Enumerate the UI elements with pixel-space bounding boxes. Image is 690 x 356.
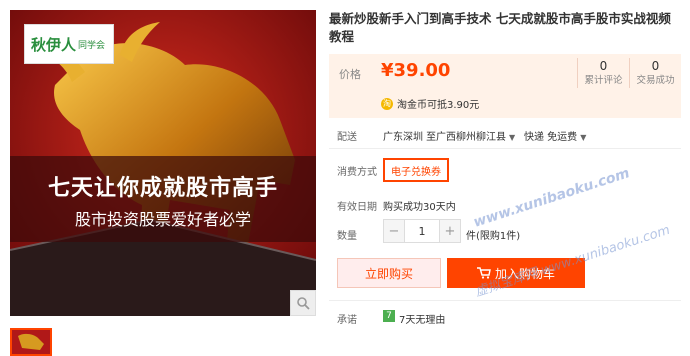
quantity-decrease-button[interactable]: − xyxy=(384,220,404,242)
thumbnail-bull xyxy=(12,330,50,354)
coin-discount: 淘 淘金币可抵3.90元 xyxy=(381,96,479,111)
chevron-down-icon: ▼ xyxy=(509,133,516,142)
brand-sub: 同学会 xyxy=(78,40,106,51)
stat-number: 0 xyxy=(599,59,608,73)
brand-name: 秋伊人 xyxy=(31,35,77,54)
stat-transactions[interactable]: 0 交易成功 xyxy=(629,58,681,88)
payment-option-evoucher[interactable]: 电子兑换券 xyxy=(383,158,449,182)
promise-value[interactable]: 7天无理由 xyxy=(399,311,445,326)
chevron-down-icon: ▼ xyxy=(580,133,587,142)
banner-subtitle: 股市投资股票爱好者必学 xyxy=(74,210,251,229)
sales-stats: 0 累计评论 0 交易成功 xyxy=(577,58,681,88)
image-banner: 七天让你成就股市高手 股市投资股票爱好者必学 xyxy=(10,156,316,242)
banner-title: 七天让你成就股市高手 xyxy=(47,176,278,201)
divider xyxy=(329,300,681,301)
quantity-increase-button[interactable]: + xyxy=(440,220,460,242)
stat-label: 交易成功 xyxy=(636,75,675,86)
stat-reviews[interactable]: 0 累计评论 xyxy=(577,58,629,88)
product-main-image[interactable]: 秋伊人 同学会 七天让你成就股市高手 股市投资股票爱好者必学 xyxy=(10,10,316,316)
shipping-label: 配送 xyxy=(337,132,357,143)
watermark: www.xunibaoku.com xyxy=(471,165,632,231)
price-value: ¥39.00 xyxy=(381,60,451,81)
payment-label: 消费方式 xyxy=(337,167,377,178)
validity-value: 购买成功30天内 xyxy=(383,202,456,213)
divider xyxy=(329,148,681,149)
product-title: 最新炒股新手入门到高手技术 七天成就股市高手股市实战视频教程 xyxy=(329,11,671,44)
quantity-label: 数量 xyxy=(337,231,357,242)
shipping-destination-select[interactable]: 广西柳州柳江县 ▼ xyxy=(436,128,515,143)
shipping-service-select[interactable]: 快递 免运费 ▼ xyxy=(524,128,586,143)
promise-label: 承诺 xyxy=(337,315,357,326)
seven-day-icon: 7 xyxy=(383,310,395,322)
quantity-stepper: − 1 + xyxy=(383,219,461,243)
price-panel: 价格 ¥39.00 0 累计评论 0 交易成功 淘 淘金币可抵3.90元 xyxy=(329,54,681,118)
validity-label: 有效日期 xyxy=(337,202,377,213)
stat-label: 累计评论 xyxy=(584,75,623,86)
shipping-service: 快递 免运费 xyxy=(524,132,578,143)
quantity-unit: 件(限购1件) xyxy=(466,231,521,242)
stat-number: 0 xyxy=(651,59,660,73)
buy-now-button[interactable]: 立即购买 xyxy=(337,258,441,288)
coin-icon: 淘 xyxy=(381,97,393,110)
brand-logo: 秋伊人 同学会 xyxy=(24,24,114,64)
thumbnail-image[interactable] xyxy=(10,328,52,356)
magnifier-icon xyxy=(297,297,310,310)
quantity-input[interactable]: 1 xyxy=(404,220,440,242)
shipping-from: 广东深圳 至 xyxy=(383,132,437,143)
zoom-button[interactable] xyxy=(290,290,316,316)
shipping-destination: 广西柳州柳江县 xyxy=(436,132,506,143)
product-page: 秋伊人 同学会 七天让你成就股市高手 股市投资股票爱好者必学 最新炒股新手入门到… xyxy=(0,0,690,356)
price-label: 价格 xyxy=(339,68,361,81)
coin-text: 淘金币可抵3.90元 xyxy=(397,100,480,111)
